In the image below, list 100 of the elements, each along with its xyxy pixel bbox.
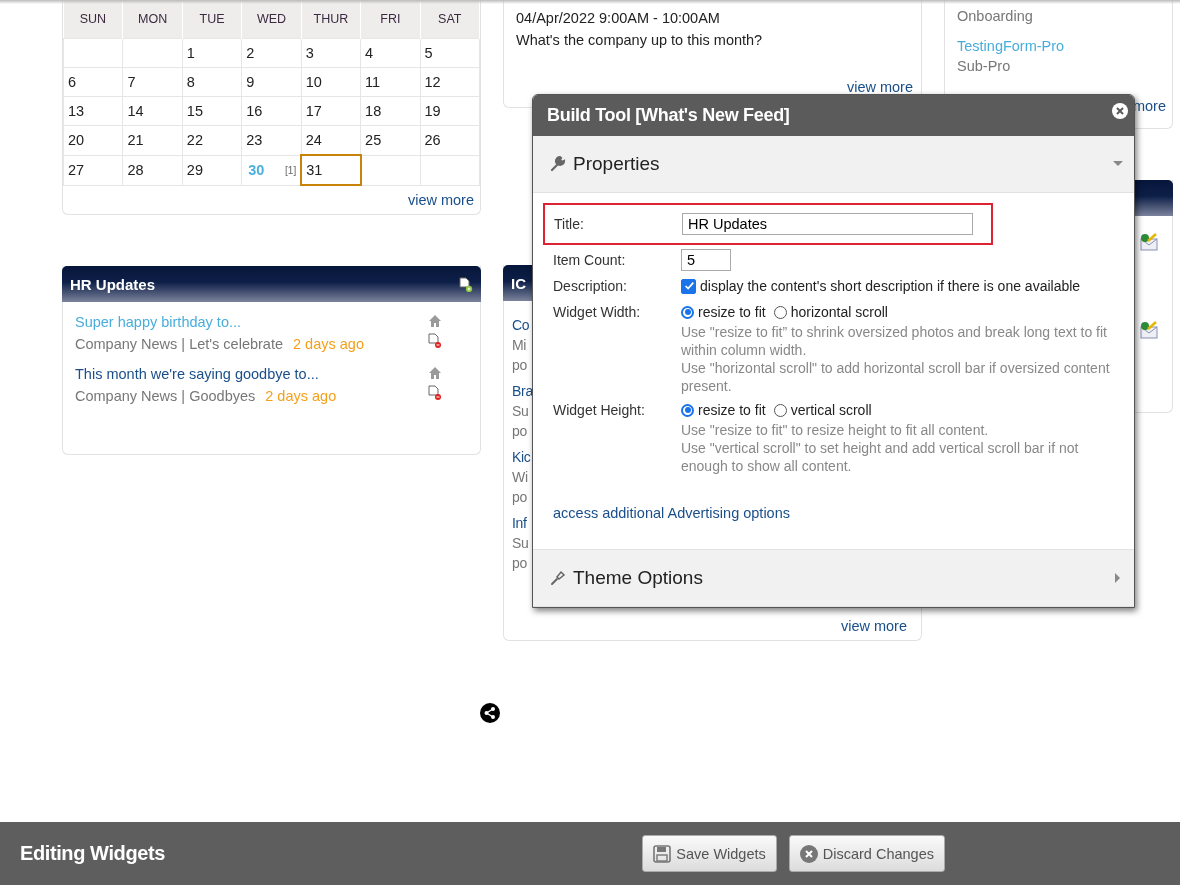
calendar-day[interactable]: 18 — [360, 96, 421, 126]
calendar-day[interactable]: 25 — [360, 125, 421, 155]
weekday-label: FRI — [360, 0, 421, 39]
calendar-day[interactable]: 6 — [63, 67, 123, 97]
calendar-day[interactable]: 20 — [63, 125, 123, 155]
calendar-day[interactable]: 2 — [241, 38, 302, 68]
radio-label: horizontal scroll — [790, 303, 888, 322]
weekday-label: SAT — [420, 0, 480, 39]
calendar-day[interactable]: 28 — [122, 155, 183, 185]
save-icon — [653, 844, 672, 863]
add-document-icon[interactable] — [458, 276, 473, 292]
calendar-day[interactable]: 8 — [182, 67, 242, 97]
field-label: Widget Height: — [553, 401, 646, 420]
calendar-day[interactable]: 4 — [360, 38, 421, 68]
form-category: Onboarding — [957, 7, 1034, 26]
weekday-label: THUR — [301, 0, 361, 39]
calendar-day[interactable]: 15 — [182, 96, 242, 126]
calendar-day[interactable]: 12 — [420, 67, 480, 97]
help-text: Use "resize to fit” to shrink oversized photos and break long text to fit within column width. — [681, 323, 1108, 359]
brush-icon — [549, 569, 567, 587]
home-icon[interactable] — [427, 314, 442, 328]
calendar-day[interactable]: 21 — [122, 125, 183, 155]
article-time: 2 days ago — [293, 336, 364, 352]
calendar-day[interactable]: 7 — [122, 67, 183, 97]
message-icon[interactable] — [1138, 232, 1160, 252]
view-more-link[interactable]: view more — [840, 618, 907, 634]
calendar-day[interactable]: 22 — [182, 125, 242, 155]
form-category: Sub-Pro — [957, 57, 1012, 76]
advertising-options-link[interactable]: access additional Advertising options — [553, 505, 790, 521]
calendar-day[interactable]: 11 — [360, 67, 421, 97]
calendar-day[interactable]: 13 — [63, 96, 123, 126]
calendar-day[interactable]: 10 — [301, 67, 361, 97]
save-button[interactable]: Save Widgets — [642, 835, 777, 872]
calendar-day[interactable]: 19 — [420, 96, 480, 126]
article-byline: po — [512, 488, 527, 507]
calendar-day[interactable]: 27 — [63, 155, 123, 185]
radio-button[interactable] — [681, 305, 694, 319]
calendar-day[interactable]: 31 — [301, 155, 361, 185]
radio-button[interactable] — [681, 403, 694, 417]
dialog-title: Build Tool [What's New Feed] — [547, 105, 790, 126]
help-text: Use "vertical scroll" to set height and add vertical scroll bar if not enough to show all content. — [681, 439, 1080, 475]
widget-title: HR Updates — [70, 275, 155, 293]
calendar-day[interactable]: 5 — [420, 38, 480, 68]
field-label: Description: — [553, 277, 628, 296]
calendar-day[interactable]: 1 — [182, 38, 242, 68]
article-summary: Mi — [512, 336, 527, 355]
field-label: Title: — [554, 215, 585, 234]
article-summary: Su — [512, 402, 529, 421]
item-count-field[interactable]: 5 — [681, 249, 731, 271]
view-more-link[interactable]: view more — [407, 192, 474, 208]
footer-title: Editing Widgets — [20, 842, 165, 865]
article-byline: po — [512, 554, 527, 573]
article-link[interactable]: Bra — [512, 381, 533, 401]
weekday-label: WED — [241, 0, 302, 39]
article-category: Company News | Goodbyes — [75, 388, 256, 404]
article-summary: Su — [512, 534, 529, 553]
close-icon[interactable] — [1112, 103, 1128, 119]
radio-label: resize to fit — [698, 303, 766, 322]
weekday-label: TUE — [182, 0, 242, 39]
section-header[interactable]: Properties — [533, 136, 1134, 193]
event-count: [1] — [285, 165, 297, 176]
calendar-day[interactable]: 16 — [241, 96, 302, 126]
calendar-day[interactable]: 29 — [182, 155, 242, 185]
discard-button[interactable]: Discard Changes — [788, 835, 945, 872]
remove-document-icon[interactable] — [427, 385, 442, 400]
weekday-label: MON — [122, 0, 183, 39]
calendar-day[interactable]: 14 — [122, 96, 183, 126]
calendar-day[interactable]: 9 — [241, 67, 302, 97]
checkbox[interactable] — [681, 278, 696, 294]
share-icon[interactable] — [480, 703, 500, 723]
article-time: 2 days ago — [265, 388, 337, 404]
field-label: Item Count: — [553, 251, 627, 270]
title-field[interactable]: HR Updates — [682, 213, 973, 235]
article-link[interactable]: This month we're saying goodbye to... — [75, 366, 319, 382]
widget-title: IC — [511, 274, 526, 292]
article-category: Company News | Let's celebrate — [75, 336, 284, 352]
help-text: Use "horizontal scroll" to add horizontal scroll bar if oversized content present. — [681, 359, 1111, 395]
weekday-label: SUN — [63, 0, 123, 39]
event-description: What's the company up to this month? — [516, 31, 764, 50]
remove-document-icon[interactable] — [427, 333, 442, 348]
article-byline: po — [512, 422, 527, 441]
wrench-icon — [549, 155, 567, 173]
event-date: 04/Apr/2022 9:00AM - 10:00AM — [516, 9, 721, 28]
radio-label: vertical scroll — [790, 401, 872, 420]
checkmark-icon — [682, 280, 695, 292]
section-header[interactable]: Theme Options — [533, 550, 1134, 607]
article-summary: Wi — [512, 468, 528, 487]
article-link[interactable]: Inf — [512, 513, 527, 533]
calendar-day[interactable]: 3 — [301, 38, 361, 68]
view-more-link[interactable]: view more — [846, 79, 913, 95]
field-label: Widget Width: — [553, 303, 642, 322]
article-link[interactable]: Kic — [512, 447, 531, 467]
article-link[interactable]: Co — [512, 315, 530, 335]
calendar-day[interactable]: 17 — [301, 96, 361, 126]
calendar-day[interactable]: 26 — [420, 125, 480, 155]
home-icon[interactable] — [427, 366, 442, 380]
calendar-day[interactable]: 23 — [241, 125, 302, 155]
radio-label: resize to fit — [698, 401, 766, 420]
checkbox-label: display the content's short description if there is one available — [700, 277, 1081, 296]
message-icon[interactable] — [1138, 320, 1160, 340]
